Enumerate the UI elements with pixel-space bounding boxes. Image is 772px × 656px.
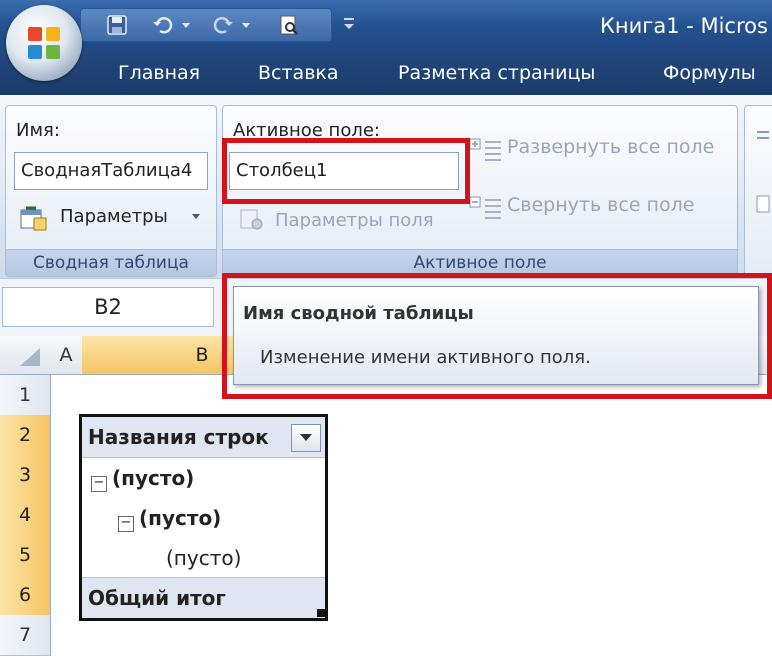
pivot-item-label: (пусто) <box>166 546 242 570</box>
pivot-table-group-label: Сводная таблица <box>6 249 216 276</box>
pivot-row-labels-header: Названия строк <box>88 425 269 449</box>
pivot-name-label: Имя: <box>16 120 60 141</box>
pivot-item-level1[interactable]: − (пусто) <box>82 458 325 498</box>
ribbon-tab-bar: Главная Вставка Разметка страницы Формул… <box>0 50 772 95</box>
field-settings-button[interactable]: Параметры поля <box>275 210 434 231</box>
collapse-icon[interactable]: − <box>91 476 107 492</box>
chevron-down-icon[interactable] <box>239 13 253 37</box>
collapse-field-button[interactable]: Свернуть все поле <box>507 194 694 216</box>
office-button[interactable] <box>6 5 82 81</box>
name-box[interactable]: B2 <box>2 287 214 327</box>
pivot-item-level3[interactable]: (пусто) <box>82 538 325 578</box>
filter-dropdown-button[interactable] <box>291 424 321 452</box>
pivot-table-group: Имя: СводнаяТаблица4 Параметры Сводная т… <box>5 105 217 277</box>
collapse-icon[interactable]: − <box>118 516 134 532</box>
print-preview-icon[interactable] <box>277 13 301 37</box>
pivot-grand-total-row[interactable]: Общий итог <box>82 577 325 618</box>
row-header-7[interactable]: 7 <box>0 615 51 656</box>
row-header-6[interactable]: 6 <box>0 575 51 616</box>
tab-insert[interactable]: Вставка <box>258 62 339 84</box>
office-logo-icon <box>28 27 60 59</box>
row-header-4[interactable]: 4 <box>0 495 51 536</box>
pivot-grand-total-label: Общий итог <box>88 586 226 610</box>
row-header-3[interactable]: 3 <box>0 455 51 496</box>
save-icon[interactable] <box>105 13 129 37</box>
pivot-item-level2[interactable]: − (пусто) <box>82 498 325 538</box>
chevron-down-icon[interactable] <box>190 212 202 222</box>
highlight-box-tooltip <box>222 273 772 399</box>
quick-access-toolbar <box>80 8 332 42</box>
title-bar: Книга1 - Micros <box>0 0 772 50</box>
next-group-partial <box>744 105 772 277</box>
expand-field-icon[interactable] <box>469 136 503 164</box>
row-header-2[interactable]: 2 <box>0 415 51 456</box>
pivot-name-input[interactable]: СводнаяТаблица4 <box>14 152 208 190</box>
collapse-field-icon[interactable] <box>469 194 503 222</box>
chevron-down-icon[interactable] <box>179 13 193 37</box>
pivot-header-row[interactable]: Названия строк <box>82 417 325 458</box>
customize-qat-icon[interactable] <box>342 14 356 34</box>
window-title: Книга1 - Micros <box>600 14 768 38</box>
pivot-table[interactable]: Названия строк − (пусто) − (пусто) (пусто)… <box>79 414 328 621</box>
tab-home[interactable]: Главная <box>118 62 200 84</box>
tab-page-layout[interactable]: Разметка страницы <box>398 62 595 84</box>
undo-icon[interactable] <box>151 13 175 37</box>
row-header-1[interactable]: 1 <box>0 375 51 416</box>
highlight-box-active-field <box>222 138 470 204</box>
pivot-options-button[interactable]: Параметры <box>60 206 168 227</box>
redo-icon[interactable] <box>211 13 235 37</box>
group-tool-icon[interactable] <box>755 126 772 156</box>
pivot-item-label: (пусто) <box>139 506 222 530</box>
expand-field-button[interactable]: Развернуть все поле <box>507 136 714 158</box>
field-settings-icon[interactable] <box>239 208 265 232</box>
select-all-icon <box>20 348 40 366</box>
group-tool-icon[interactable] <box>755 192 772 222</box>
pivot-options-icon[interactable] <box>18 204 48 232</box>
column-header-a[interactable]: A <box>50 336 83 375</box>
tab-formulas[interactable]: Формулы <box>663 62 756 84</box>
chevron-down-icon <box>300 434 312 441</box>
row-header-5[interactable]: 5 <box>0 535 51 576</box>
active-field-group-label: Активное поле <box>223 249 737 276</box>
select-all-corner[interactable] <box>0 336 51 375</box>
fill-handle[interactable] <box>317 609 325 617</box>
pivot-item-label: (пусто) <box>112 466 195 490</box>
